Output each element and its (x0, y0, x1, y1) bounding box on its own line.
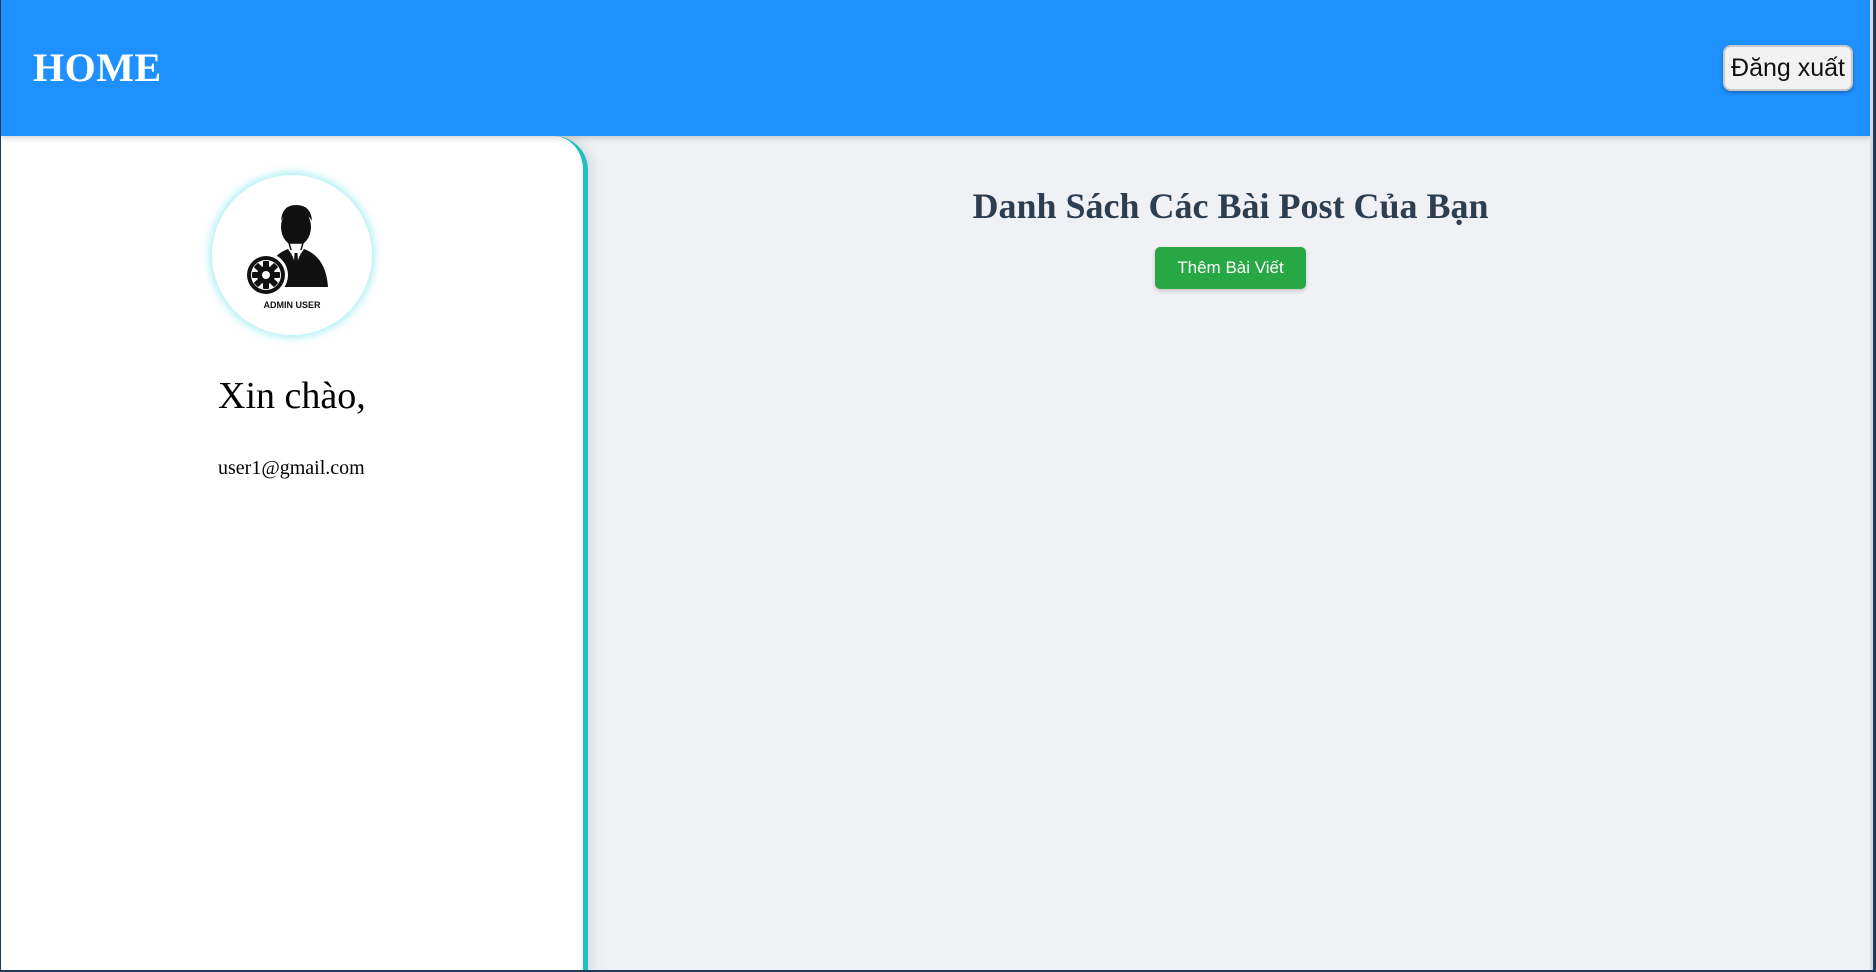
greeting-text: Xin chào, (218, 375, 366, 417)
avatar: ADMIN USER (212, 175, 372, 335)
home-title[interactable]: HOME (33, 44, 162, 92)
avatar-caption: ADMIN USER (263, 300, 321, 310)
user-email: user1@gmail.com (218, 457, 365, 479)
page: HOME Đăng xuất ADMIN USER Xin chào, user… (1, 0, 1873, 970)
main-content: Danh Sách Các Bài Post Của Bạn Thêm Bài … (588, 136, 1873, 970)
admin-user-icon: ADMIN USER (244, 205, 328, 310)
window-edge (1870, 0, 1873, 970)
add-post-button[interactable]: Thêm Bài Viết (1155, 247, 1306, 289)
sidebar: ADMIN USER Xin chào, user1@gmail.com (1, 136, 588, 970)
top-header: HOME Đăng xuất (1, 0, 1873, 136)
page-title: Danh Sách Các Bài Post Của Bạn (972, 186, 1489, 226)
logout-button[interactable]: Đăng xuất (1723, 45, 1853, 91)
